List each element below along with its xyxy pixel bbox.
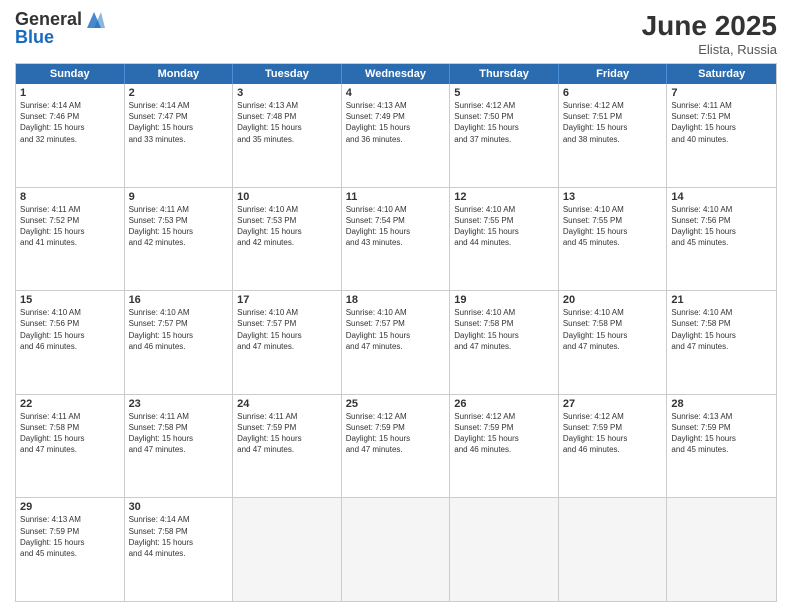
day-15: 15 Sunrise: 4:10 AMSunset: 7:56 PMDaylig… bbox=[16, 291, 125, 394]
day-7: 7 Sunrise: 4:11 AMSunset: 7:51 PMDayligh… bbox=[667, 84, 776, 187]
week-row-3: 15 Sunrise: 4:10 AMSunset: 7:56 PMDaylig… bbox=[16, 291, 776, 395]
empty-cell-5 bbox=[667, 498, 776, 601]
header-saturday: Saturday bbox=[667, 64, 776, 84]
calendar: Sunday Monday Tuesday Wednesday Thursday… bbox=[15, 63, 777, 602]
day-26: 26 Sunrise: 4:12 AMSunset: 7:59 PMDaylig… bbox=[450, 395, 559, 498]
header-wednesday: Wednesday bbox=[342, 64, 451, 84]
calendar-header: Sunday Monday Tuesday Wednesday Thursday… bbox=[16, 64, 776, 84]
empty-cell-4 bbox=[559, 498, 668, 601]
day-22: 22 Sunrise: 4:11 AMSunset: 7:58 PMDaylig… bbox=[16, 395, 125, 498]
header-tuesday: Tuesday bbox=[233, 64, 342, 84]
week-row-5: 29 Sunrise: 4:13 AMSunset: 7:59 PMDaylig… bbox=[16, 498, 776, 601]
day-25: 25 Sunrise: 4:12 AMSunset: 7:59 PMDaylig… bbox=[342, 395, 451, 498]
day-11: 11 Sunrise: 4:10 AMSunset: 7:54 PMDaylig… bbox=[342, 188, 451, 291]
empty-cell-2 bbox=[342, 498, 451, 601]
day-1: 1 Sunrise: 4:14 AMSunset: 7:46 PMDayligh… bbox=[16, 84, 125, 187]
logo-blue: Blue bbox=[15, 28, 106, 48]
logo: General Blue bbox=[15, 10, 106, 48]
day-12: 12 Sunrise: 4:10 AMSunset: 7:55 PMDaylig… bbox=[450, 188, 559, 291]
day-23: 23 Sunrise: 4:11 AMSunset: 7:58 PMDaylig… bbox=[125, 395, 234, 498]
day-19: 19 Sunrise: 4:10 AMSunset: 7:58 PMDaylig… bbox=[450, 291, 559, 394]
day-6: 6 Sunrise: 4:12 AMSunset: 7:51 PMDayligh… bbox=[559, 84, 668, 187]
day-21: 21 Sunrise: 4:10 AMSunset: 7:58 PMDaylig… bbox=[667, 291, 776, 394]
day-10: 10 Sunrise: 4:10 AMSunset: 7:53 PMDaylig… bbox=[233, 188, 342, 291]
empty-cell-1 bbox=[233, 498, 342, 601]
day-17: 17 Sunrise: 4:10 AMSunset: 7:57 PMDaylig… bbox=[233, 291, 342, 394]
day-4: 4 Sunrise: 4:13 AMSunset: 7:49 PMDayligh… bbox=[342, 84, 451, 187]
calendar-body: 1 Sunrise: 4:14 AMSunset: 7:46 PMDayligh… bbox=[16, 84, 776, 601]
header-thursday: Thursday bbox=[450, 64, 559, 84]
logo-icon bbox=[83, 10, 105, 30]
day-5: 5 Sunrise: 4:12 AMSunset: 7:50 PMDayligh… bbox=[450, 84, 559, 187]
location-subtitle: Elista, Russia bbox=[642, 42, 777, 57]
header-monday: Monday bbox=[125, 64, 234, 84]
day-30: 30 Sunrise: 4:14 AMSunset: 7:58 PMDaylig… bbox=[125, 498, 234, 601]
day-9: 9 Sunrise: 4:11 AMSunset: 7:53 PMDayligh… bbox=[125, 188, 234, 291]
header-friday: Friday bbox=[559, 64, 668, 84]
day-14: 14 Sunrise: 4:10 AMSunset: 7:56 PMDaylig… bbox=[667, 188, 776, 291]
month-title: June 2025 bbox=[642, 10, 777, 42]
week-row-4: 22 Sunrise: 4:11 AMSunset: 7:58 PMDaylig… bbox=[16, 395, 776, 499]
day-3: 3 Sunrise: 4:13 AMSunset: 7:48 PMDayligh… bbox=[233, 84, 342, 187]
day-29: 29 Sunrise: 4:13 AMSunset: 7:59 PMDaylig… bbox=[16, 498, 125, 601]
week-row-1: 1 Sunrise: 4:14 AMSunset: 7:46 PMDayligh… bbox=[16, 84, 776, 188]
day-18: 18 Sunrise: 4:10 AMSunset: 7:57 PMDaylig… bbox=[342, 291, 451, 394]
day-20: 20 Sunrise: 4:10 AMSunset: 7:58 PMDaylig… bbox=[559, 291, 668, 394]
header: General Blue June 2025 Elista, Russia bbox=[15, 10, 777, 57]
header-sunday: Sunday bbox=[16, 64, 125, 84]
week-row-2: 8 Sunrise: 4:11 AMSunset: 7:52 PMDayligh… bbox=[16, 188, 776, 292]
empty-cell-3 bbox=[450, 498, 559, 601]
day-2: 2 Sunrise: 4:14 AMSunset: 7:47 PMDayligh… bbox=[125, 84, 234, 187]
day-13: 13 Sunrise: 4:10 AMSunset: 7:55 PMDaylig… bbox=[559, 188, 668, 291]
day-24: 24 Sunrise: 4:11 AMSunset: 7:59 PMDaylig… bbox=[233, 395, 342, 498]
day-28: 28 Sunrise: 4:13 AMSunset: 7:59 PMDaylig… bbox=[667, 395, 776, 498]
day-8: 8 Sunrise: 4:11 AMSunset: 7:52 PMDayligh… bbox=[16, 188, 125, 291]
title-block: June 2025 Elista, Russia bbox=[642, 10, 777, 57]
day-16: 16 Sunrise: 4:10 AMSunset: 7:57 PMDaylig… bbox=[125, 291, 234, 394]
day-27: 27 Sunrise: 4:12 AMSunset: 7:59 PMDaylig… bbox=[559, 395, 668, 498]
